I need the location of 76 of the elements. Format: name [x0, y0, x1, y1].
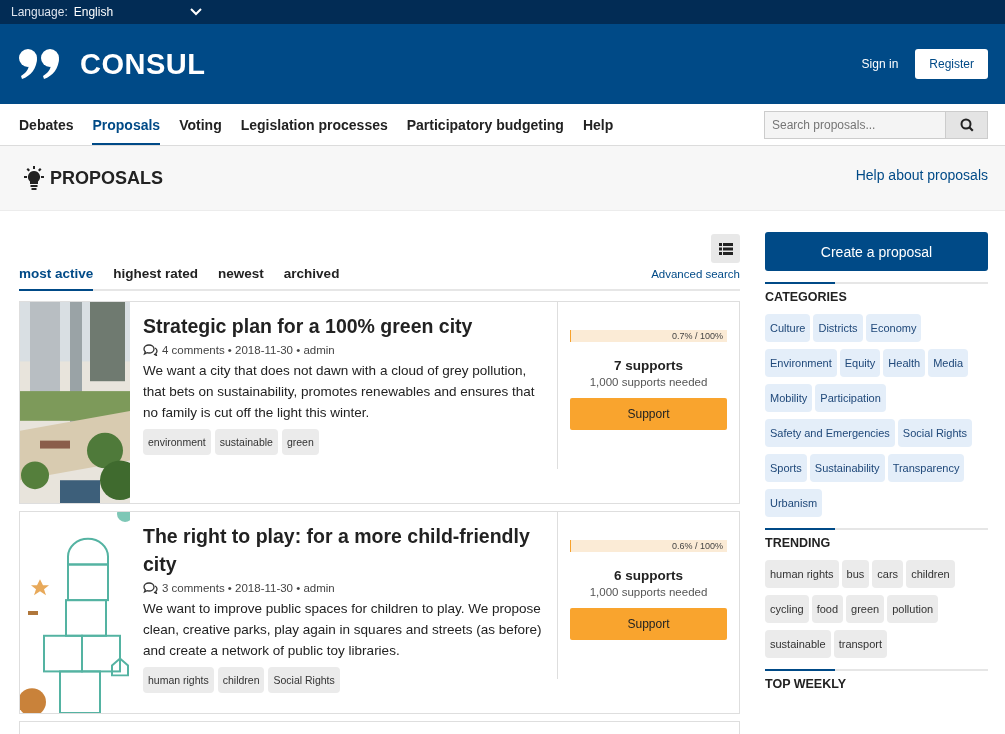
- tag[interactable]: transport: [833, 630, 888, 658]
- tag[interactable]: Economy: [865, 314, 922, 342]
- tag[interactable]: Environment: [765, 349, 837, 377]
- nav-tab[interactable]: Legislation processes: [240, 104, 388, 145]
- tag[interactable]: pollution: [887, 595, 939, 623]
- comments-icon: [143, 344, 158, 356]
- progress-label: 0.6% / 100%: [671, 540, 723, 552]
- chevron-down-icon: [189, 8, 202, 16]
- tag[interactable]: Safety and Emergencies: [765, 419, 895, 447]
- quote-marks-icon: [18, 48, 62, 80]
- proposal-title[interactable]: Strategic plan for a 100% green city: [143, 312, 545, 340]
- tag[interactable]: Equity: [839, 349, 881, 377]
- tag[interactable]: Culture: [765, 314, 811, 342]
- proposal-title[interactable]: The right to play: for a more child-friendly city: [143, 522, 545, 578]
- tag[interactable]: sustainable: [765, 630, 831, 658]
- section-heading: TOP WEEKLY: [765, 677, 848, 691]
- tag[interactable]: Media: [928, 349, 969, 377]
- register-button[interactable]: Register: [915, 49, 988, 79]
- proposal-summary: We want to improve public spaces for children to play. We propose clean, creative parks, play again in squares and streets (as before) and create a network of public toy libraries.: [143, 600, 543, 660]
- support-button[interactable]: Support: [570, 398, 727, 430]
- supports-needed: 1,000 supports needed: [588, 586, 709, 598]
- tag[interactable]: children: [217, 667, 265, 693]
- tag[interactable]: Social Rights: [268, 667, 340, 693]
- list-icon: [718, 242, 733, 255]
- supports-needed: 1,000 supports needed: [588, 376, 709, 388]
- language-label: Language:: [11, 5, 68, 19]
- create-proposal-button[interactable]: Create a proposal: [765, 232, 988, 271]
- tag[interactable]: environment: [143, 429, 211, 455]
- tag[interactable]: bus: [841, 560, 870, 588]
- tag[interactable]: Districts: [813, 314, 863, 342]
- language-select[interactable]: English: [73, 5, 202, 19]
- tag[interactable]: cycling: [765, 595, 809, 623]
- tag[interactable]: human rights: [143, 667, 214, 693]
- page-title: PROPOSALS: [50, 167, 164, 189]
- supports-count: 7 supports: [613, 358, 684, 373]
- nav-tab[interactable]: Participatory budgeting: [406, 104, 564, 145]
- search-field[interactable]: Search proposals...: [764, 110, 946, 139]
- section-heading: TRENDING: [765, 536, 832, 550]
- tag[interactable]: Social Rights: [897, 419, 973, 447]
- tag[interactable]: Sports: [765, 454, 807, 482]
- comments-icon: [143, 582, 158, 594]
- tag[interactable]: Participation: [815, 384, 886, 412]
- logo-text[interactable]: CONSUL: [80, 47, 206, 81]
- nav-tab[interactable]: Help: [582, 104, 614, 145]
- help-link[interactable]: Help about proposals: [855, 166, 988, 183]
- tag[interactable]: human rights: [765, 560, 839, 588]
- order-tab[interactable]: most active: [19, 266, 94, 291]
- supports-count: 6 supports: [613, 568, 684, 583]
- proposal-meta: 4 comments • 2018-11-30 • admin: [162, 344, 335, 356]
- progress-label: 0.7% / 100%: [671, 330, 723, 342]
- sign-in-link[interactable]: Sign in: [861, 57, 899, 71]
- tag[interactable]: Health: [883, 349, 926, 377]
- tag[interactable]: Urbanism: [765, 489, 823, 517]
- proposal-meta: 3 comments • 2018-11-30 • admin: [162, 582, 335, 594]
- tag[interactable]: green: [281, 429, 319, 455]
- tag[interactable]: cars: [872, 560, 904, 588]
- tag[interactable]: Transparency: [887, 454, 965, 482]
- list-view-button[interactable]: [711, 234, 740, 263]
- support-button[interactable]: Support: [570, 608, 727, 640]
- nav-tab[interactable]: Voting: [179, 104, 222, 145]
- tag[interactable]: Mobility: [765, 384, 813, 412]
- tag[interactable]: green: [846, 595, 885, 623]
- advanced-search-link[interactable]: Advanced search: [651, 268, 740, 280]
- search-icon: [959, 117, 974, 132]
- tag[interactable]: sustainable: [214, 429, 278, 455]
- nav-tab[interactable]: Debates: [19, 104, 74, 145]
- lightbulb-icon: [23, 166, 45, 190]
- tag[interactable]: food: [811, 595, 844, 623]
- order-tab[interactable]: archived: [283, 266, 340, 291]
- proposal-summary: We want a city that does not dawn with a cloud of grey pollution, that bets on sustainability, promotes renewables and ensures that no family is cut off the light this winter.: [143, 362, 536, 422]
- order-tab[interactable]: newest: [218, 266, 264, 291]
- section-heading: CATEGORIES: [765, 290, 848, 304]
- tag[interactable]: children: [906, 560, 955, 588]
- order-tab[interactable]: highest rated: [113, 266, 199, 291]
- tag[interactable]: Sustainability: [809, 454, 885, 482]
- search-button[interactable]: [946, 110, 988, 139]
